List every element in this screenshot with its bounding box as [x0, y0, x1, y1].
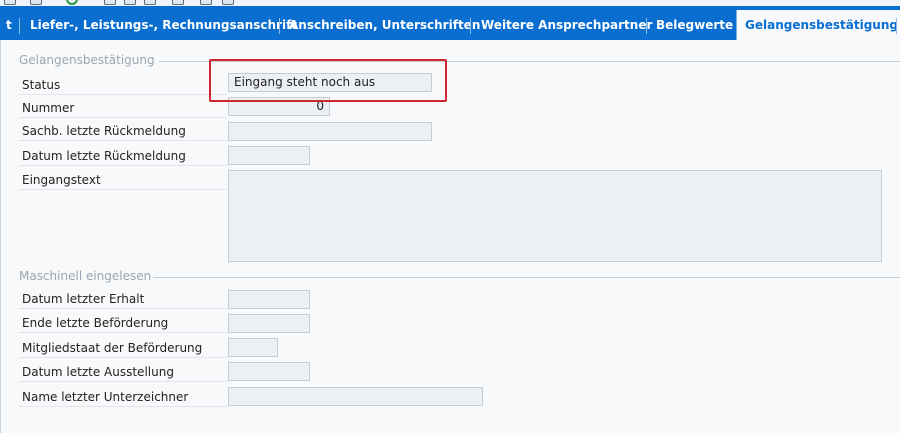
datum-letzter-erhalt-field[interactable]	[228, 290, 310, 309]
tab-separator	[19, 18, 20, 34]
datum-letzter-erhalt-label: Datum letzter Erhalt	[19, 290, 227, 309]
name-letzter-unterzeichner-label: Name letzter Unterzeichner	[19, 388, 227, 407]
sachb-letzte-rueckmeldung-label: Sachb. letzte Rückmeldung	[19, 122, 227, 141]
name-letzter-unterzeichner-field[interactable]	[228, 387, 483, 406]
info-icon[interactable]	[222, 0, 234, 5]
tab-content-panel: Gelangensbestätigung Status Eingang steh…	[0, 40, 900, 433]
tab-liefer-leistungs-rechnungsanschrift[interactable]: Liefer-, Leistungs-, Rechnungsanschrift	[22, 12, 305, 40]
tab-previous[interactable]: t	[0, 12, 20, 40]
tab-gelangensbestaetigung[interactable]: Gelangensbestätigung	[736, 10, 900, 41]
mitgliedstaat-befoerderung-field[interactable]	[228, 338, 278, 357]
sachb-letzte-rueckmeldung-field[interactable]	[228, 122, 432, 141]
ende-letzte-befoerderung-field[interactable]	[228, 314, 310, 333]
tab-belegwerte[interactable]: Belegwerte	[648, 12, 741, 40]
group-divider	[153, 277, 900, 278]
page-icon[interactable]	[172, 0, 184, 5]
confirm-icon[interactable]	[66, 0, 78, 5]
group-title-maschinell-eingelesen: Maschinell eingelesen	[19, 269, 152, 283]
list-icon[interactable]	[144, 0, 156, 5]
datum-letzte-rueckmeldung-label: Datum letzte Rückmeldung	[19, 147, 227, 166]
tab-separator	[646, 18, 647, 34]
datum-letzte-rueckmeldung-field[interactable]	[228, 146, 310, 165]
status-label: Status	[19, 76, 227, 95]
mitgliedstaat-befoerderung-label: Mitgliedstaat der Beförderung	[19, 339, 227, 358]
tab-bar: t Liefer-, Leistungs-, Rechnungsanschrif…	[0, 6, 900, 41]
copy-icon[interactable]	[124, 0, 136, 5]
tab-separator	[470, 18, 471, 34]
tool-icon[interactable]	[30, 0, 42, 5]
tab-separator	[896, 18, 897, 34]
settings-icon[interactable]	[200, 0, 212, 5]
ende-letzte-befoerderung-label: Ende letzte Beförderung	[19, 314, 227, 333]
save-icon[interactable]	[4, 0, 16, 5]
group-title-gelangensbestaetigung: Gelangensbestätigung	[19, 53, 155, 67]
eingangstext-field[interactable]	[228, 170, 882, 262]
datum-letzte-ausstellung-label: Datum letzte Ausstellung	[19, 363, 227, 382]
tab-anschreiben-unterschriften[interactable]: Anschreiben, Unterschriften	[281, 12, 488, 40]
tab-weitere-ansprechpartner[interactable]: Weitere Ansprechpartner	[473, 12, 660, 40]
eingangstext-label: Eingangstext	[19, 171, 227, 190]
tab-separator	[279, 18, 280, 34]
highlight-box	[209, 59, 447, 102]
nummer-label: Nummer	[19, 99, 227, 118]
document-icon[interactable]	[104, 0, 116, 5]
datum-letzte-ausstellung-field[interactable]	[228, 362, 310, 381]
